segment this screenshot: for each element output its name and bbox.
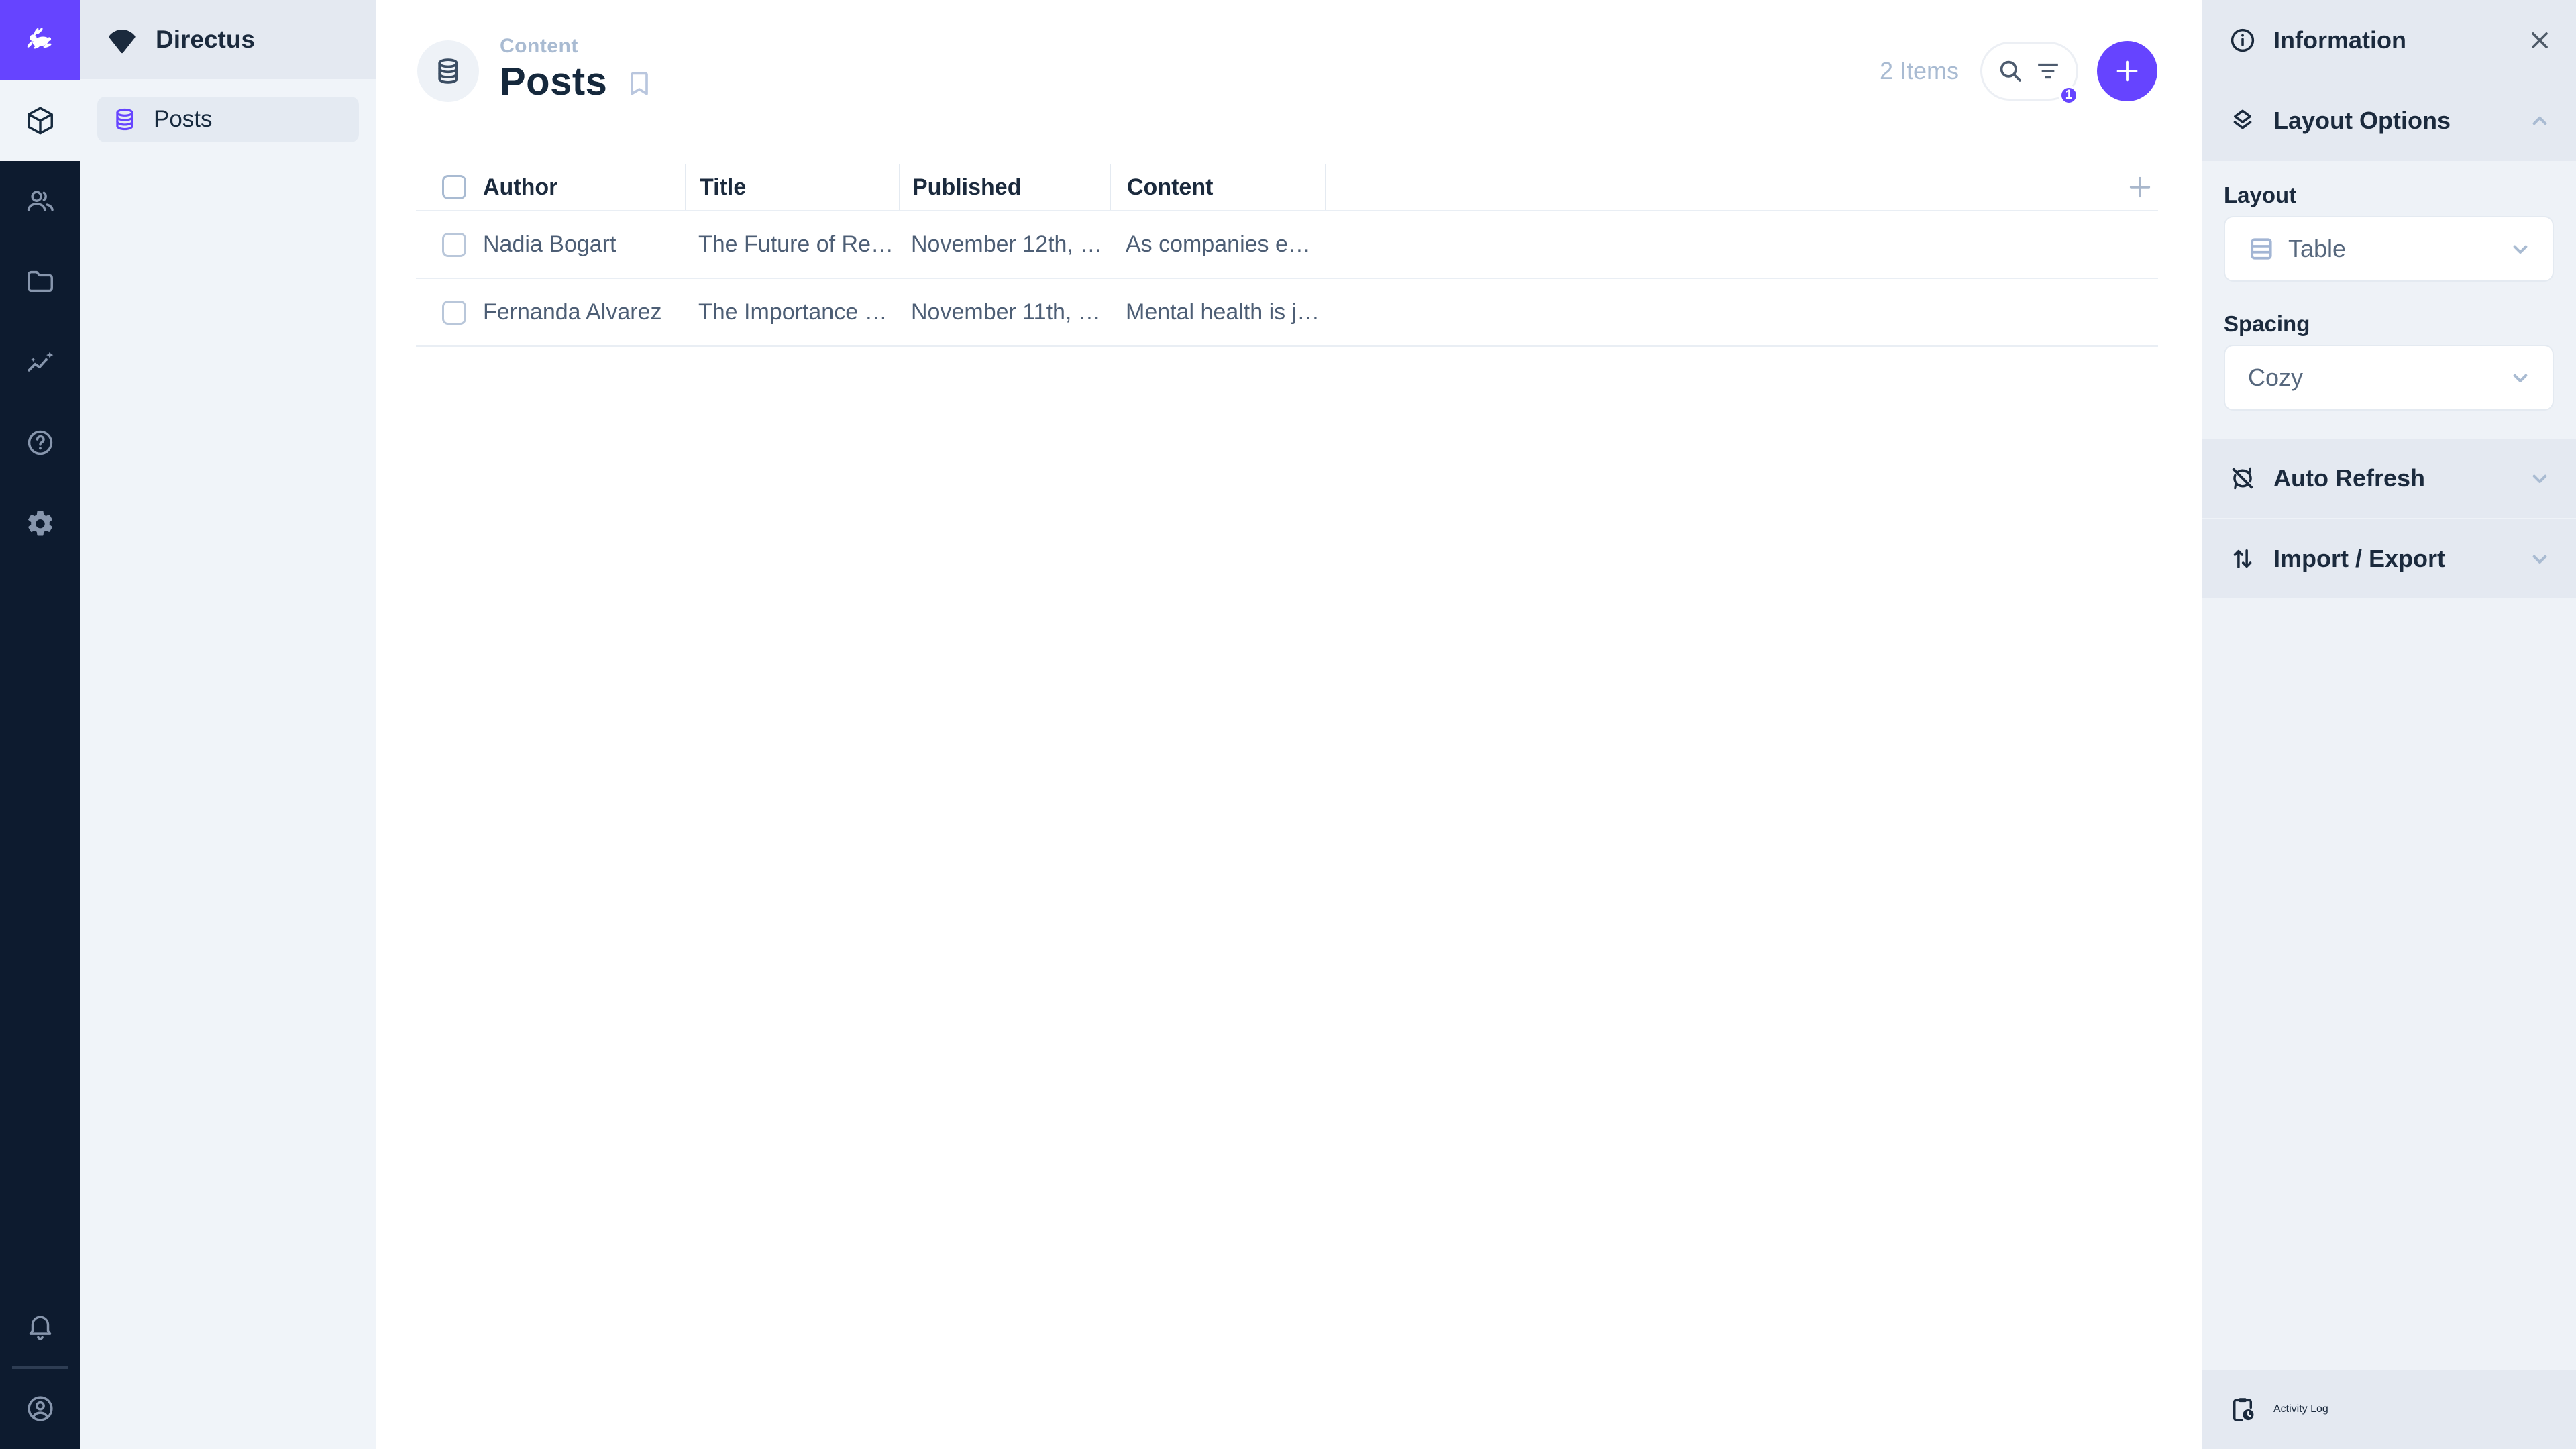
swap-vertical-icon: [2229, 545, 2257, 573]
chevron-down-icon: [2507, 235, 2534, 262]
select-all-cell: [416, 164, 470, 210]
module-settings[interactable]: [0, 483, 80, 564]
section-layout-options[interactable]: Layout Options: [2202, 80, 2576, 161]
cell-author: Nadia Bogart: [483, 231, 616, 257]
module-insights[interactable]: [0, 322, 80, 402]
add-column-icon[interactable]: [2125, 172, 2155, 203]
activity-log-label: Activity Log: [2273, 1403, 2328, 1415]
layout-select-value: Table: [2288, 235, 2347, 262]
activity-log-button[interactable]: Activity Log: [2202, 1370, 2576, 1449]
search-filter-pill: 1: [1980, 42, 2079, 105]
item-count: 2 Items: [1879, 57, 1959, 85]
chevron-down-icon: [2526, 545, 2553, 572]
section-label: Import / Export: [2273, 545, 2446, 572]
chevron-down-icon: [2507, 364, 2534, 391]
cell-author: Fernanda Alvarez: [483, 299, 662, 325]
row-select-cell: [416, 211, 470, 278]
column-header-author[interactable]: Author: [470, 174, 685, 201]
sidebar-header: Information: [2202, 0, 2576, 80]
files-folder-icon: [25, 266, 56, 297]
module-users[interactable]: [0, 161, 80, 241]
nav-item-posts[interactable]: Posts: [97, 97, 359, 142]
chevron-up-icon: [2526, 107, 2553, 134]
cell-title: The Future of Re…: [698, 231, 894, 257]
module-bar: [0, 0, 80, 1449]
table-row[interactable]: Nadia Bogart The Future of Re… November …: [416, 211, 2158, 279]
filter-count-badge: 1: [2059, 85, 2079, 105]
select-all-checkbox[interactable]: [442, 175, 466, 199]
project-name: Directus: [156, 25, 256, 53]
cell-published: November 12th, …: [911, 231, 1103, 257]
clipboard-clock-icon: [2229, 1395, 2257, 1424]
chevron-down-icon: [2526, 465, 2553, 492]
table-grid-icon: [2247, 234, 2276, 264]
breadcrumb: Content: [500, 35, 578, 57]
spacing-select[interactable]: Cozy: [2224, 345, 2554, 411]
sidebar-filler: [2202, 598, 2576, 1370]
cell-content: Mental health is j…: [1126, 299, 1320, 325]
items-table: Author Title Published Content Nadia Bog…: [416, 164, 2158, 347]
section-label: Layout Options: [2273, 107, 2451, 134]
page-header: Content Posts 2 Items 1: [376, 0, 2202, 164]
row-select-cell: [416, 279, 470, 345]
account-button[interactable]: [0, 1368, 80, 1449]
help-question-icon: [25, 427, 56, 458]
section-import-export[interactable]: Import / Export: [2202, 519, 2576, 598]
row-checkbox[interactable]: [442, 232, 466, 257]
header-actions: 2 Items 1: [1879, 41, 2157, 105]
section-label: Auto Refresh: [2273, 464, 2426, 492]
cell-title: The Importance …: [698, 299, 888, 325]
column-header-published[interactable]: Published: [899, 164, 1110, 210]
layout-field-label: Layout: [2224, 182, 2297, 207]
info-sidebar: Information Layout Options Layout Table …: [2202, 0, 2576, 1449]
module-content[interactable]: [0, 80, 80, 161]
column-header-content[interactable]: Content: [1110, 164, 1325, 210]
header-spacer: [1325, 164, 2158, 210]
project-fan-icon: [106, 23, 138, 56]
section-auto-refresh[interactable]: Auto Refresh: [2202, 439, 2576, 518]
directus-logo-button[interactable]: [0, 0, 80, 80]
insights-chart-icon: [25, 347, 56, 378]
module-bar-bottom: [0, 1286, 80, 1449]
settings-gear-icon: [25, 508, 56, 539]
add-item-button[interactable]: [2097, 41, 2157, 101]
cell-content: As companies e…: [1126, 231, 1311, 257]
directus-rabbit-icon: [25, 25, 56, 56]
collection-icon-button: [417, 40, 479, 102]
notifications-button[interactable]: [0, 1286, 80, 1366]
sidebar-title: Information: [2273, 26, 2406, 54]
filter-icon[interactable]: [2033, 56, 2063, 86]
table-row[interactable]: Fernanda Alvarez The Importance … Novemb…: [416, 279, 2158, 347]
notifications-bell-icon: [25, 1311, 56, 1342]
page-title: Posts: [500, 60, 608, 103]
search-icon[interactable]: [1996, 56, 2025, 86]
account-circle-icon: [25, 1393, 56, 1424]
table-header-row: Author Title Published Content: [416, 164, 2158, 211]
row-checkbox[interactable]: [442, 300, 466, 325]
nav-item-label: Posts: [154, 106, 213, 132]
layers-icon: [2229, 107, 2257, 135]
main-content: Content Posts 2 Items 1 Author Title Pub…: [376, 0, 2202, 1449]
cell-published: November 11th, …: [911, 299, 1101, 325]
project-header[interactable]: Directus: [80, 0, 376, 79]
title-block: Content Posts: [500, 35, 654, 104]
spacing-field-label: Spacing: [2224, 311, 2310, 336]
sync-disabled-icon: [2229, 464, 2257, 492]
spacing-select-value: Cozy: [2248, 364, 2304, 391]
column-header-title[interactable]: Title: [685, 164, 899, 210]
content-cube-icon: [25, 105, 56, 136]
users-group-icon: [25, 186, 56, 217]
module-files[interactable]: [0, 241, 80, 322]
database-cylinder-icon: [112, 107, 138, 132]
bookmark-icon[interactable]: [625, 69, 654, 99]
info-circle-icon: [2229, 26, 2257, 54]
plus-icon: [2112, 56, 2143, 87]
navigation-sidebar: Directus Posts: [80, 0, 376, 1449]
layout-select[interactable]: Table: [2224, 216, 2554, 282]
close-icon[interactable]: [2526, 27, 2553, 54]
database-cylinder-icon: [433, 56, 463, 86]
module-help[interactable]: [0, 402, 80, 483]
layout-options-panel: Layout Table Spacing Cozy: [2202, 161, 2576, 439]
